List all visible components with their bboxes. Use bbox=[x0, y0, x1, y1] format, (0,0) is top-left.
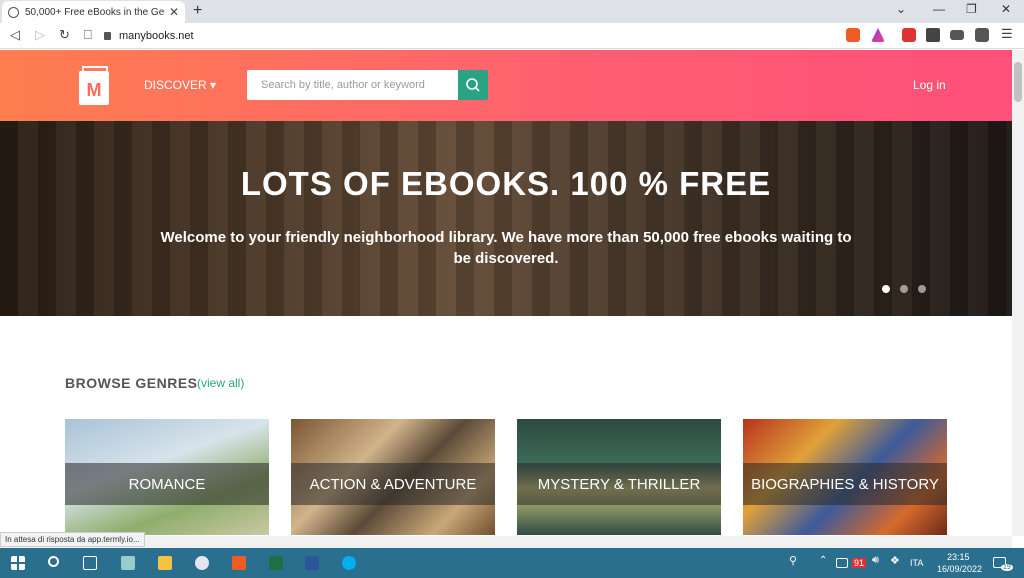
people-icon[interactable]: ⚲ bbox=[789, 554, 803, 568]
language-indicator[interactable]: ITA bbox=[910, 558, 923, 568]
globe-icon bbox=[8, 6, 19, 18]
carousel-dot[interactable] bbox=[882, 285, 890, 293]
wallet-icon[interactable] bbox=[975, 28, 989, 42]
url-text: manybooks.net bbox=[119, 30, 194, 42]
browser-tab-strip: 50,000+ Free eBooks in the Genre ✕ + ⌄ —… bbox=[0, 0, 1024, 23]
search-icon bbox=[466, 78, 480, 92]
view-all-link[interactable]: (view all) bbox=[197, 376, 244, 390]
browser-toolbar: ◁ ▷ ↻ ⎕ manybooks.net ☰ bbox=[0, 23, 1024, 49]
skype-icon[interactable] bbox=[342, 556, 356, 570]
reading-list-icon[interactable] bbox=[950, 30, 964, 40]
extensions-puzzle-icon[interactable] bbox=[926, 28, 940, 42]
hero-banner: LOTS OF EBOOKS. 100 % FREE Welcome to yo… bbox=[0, 121, 1012, 316]
tab-title: 50,000+ Free eBooks in the Genre bbox=[25, 6, 165, 18]
discover-menu[interactable]: DISCOVER ▾ bbox=[144, 78, 216, 92]
task-view-icon[interactable] bbox=[83, 556, 97, 570]
genre-card-biographies-history[interactable]: BIOGRAPHIES & HISTORY bbox=[743, 419, 947, 535]
windows-start-icon[interactable] bbox=[11, 556, 25, 570]
hero-subtitle: Welcome to your friendly neighborhood li… bbox=[160, 229, 852, 267]
menu-icon[interactable]: ☰ bbox=[1001, 26, 1015, 41]
snipping-tool-icon[interactable] bbox=[195, 556, 209, 570]
horizontal-scrollbar[interactable] bbox=[0, 536, 1012, 548]
search-button[interactable] bbox=[458, 70, 488, 100]
clock-date[interactable]: 16/09/2022 bbox=[937, 564, 982, 574]
search-placeholder: Search by title, author or keyword bbox=[261, 79, 425, 91]
notepad-icon[interactable] bbox=[121, 556, 135, 570]
browser-tab[interactable]: 50,000+ Free eBooks in the Genre ✕ bbox=[2, 1, 185, 23]
carousel-dot[interactable] bbox=[900, 285, 908, 293]
hero-overlay bbox=[0, 121, 1012, 316]
genre-label: ROMANCE bbox=[65, 463, 269, 505]
genre-label: ACTION & ADVENTURE bbox=[291, 463, 495, 505]
new-tab-button[interactable]: + bbox=[193, 2, 202, 20]
minimize-button[interactable]: — bbox=[933, 2, 945, 16]
login-link[interactable]: Log in bbox=[913, 78, 946, 92]
genre-card-action-adventure[interactable]: ACTION & ADVENTURE bbox=[291, 419, 495, 535]
lock-icon bbox=[104, 32, 111, 40]
network-icon[interactable] bbox=[836, 558, 848, 568]
genre-card-mystery-thriller[interactable]: MYSTERY & THRILLER bbox=[517, 419, 721, 535]
bookmark-icon[interactable]: ⎕ bbox=[84, 27, 92, 43]
address-bar[interactable]: manybooks.net bbox=[104, 25, 840, 47]
carousel-dot[interactable] bbox=[918, 285, 926, 293]
extension-icon[interactable] bbox=[902, 28, 916, 42]
close-window-button[interactable]: ✕ bbox=[1001, 2, 1011, 16]
scrollbar-thumb[interactable] bbox=[1014, 62, 1022, 102]
notification-badge[interactable]: 91 bbox=[852, 558, 867, 568]
windows-taskbar: ⚲ ⌃ 91 🔊︎ ❖ ITA 23:15 16/09/2022 19 bbox=[0, 548, 1024, 578]
action-center-badge: 19 bbox=[1001, 564, 1013, 571]
show-hidden-icons[interactable]: ⌃ bbox=[819, 555, 833, 569]
site-header: M DISCOVER ▾ Search by title, author or … bbox=[0, 50, 1012, 121]
dropbox-icon[interactable]: ❖ bbox=[890, 554, 904, 568]
browse-genres-heading: BROWSE GENRES bbox=[65, 375, 198, 391]
forward-icon[interactable]: ▷ bbox=[35, 27, 45, 43]
tab-search-icon[interactable]: ⌄ bbox=[896, 2, 906, 16]
maximize-button[interactable]: ❐ bbox=[966, 2, 977, 16]
tab-close-button[interactable]: ✕ bbox=[169, 5, 179, 19]
status-bar-text: In attesa di risposta da app.termly.io..… bbox=[0, 532, 145, 547]
clock-time[interactable]: 23:15 bbox=[947, 552, 970, 562]
volume-icon[interactable]: 🔊︎ bbox=[872, 554, 886, 568]
genre-label: BIOGRAPHIES & HISTORY bbox=[743, 463, 947, 505]
file-explorer-icon[interactable] bbox=[158, 556, 172, 570]
reload-icon[interactable]: ↻ bbox=[59, 27, 70, 43]
manybooks-logo[interactable]: M bbox=[77, 65, 111, 107]
genre-card-romance[interactable]: ROMANCE bbox=[65, 419, 269, 535]
search-icon[interactable] bbox=[48, 556, 59, 567]
word-icon[interactable] bbox=[305, 556, 319, 570]
hero-title: LOTS OF EBOOKS. 100 % FREE bbox=[240, 165, 772, 202]
logo-letter: M bbox=[87, 80, 102, 100]
brave-rewards-icon[interactable] bbox=[871, 28, 885, 42]
vertical-scrollbar[interactable] bbox=[1012, 50, 1024, 536]
back-icon[interactable]: ◁ bbox=[10, 27, 20, 43]
genre-label: MYSTERY & THRILLER bbox=[517, 463, 721, 505]
search-input[interactable]: Search by title, author or keyword bbox=[247, 70, 458, 100]
excel-icon[interactable] bbox=[269, 556, 283, 570]
brave-browser-icon[interactable] bbox=[232, 556, 246, 570]
brave-shield-icon[interactable] bbox=[846, 28, 860, 42]
carousel-dots bbox=[882, 285, 926, 293]
